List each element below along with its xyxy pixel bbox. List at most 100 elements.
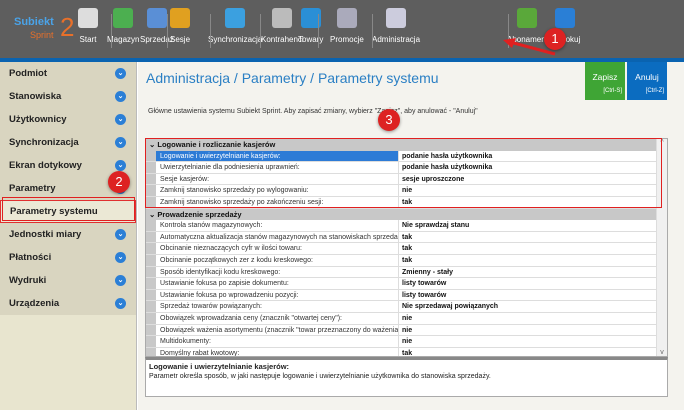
parameter-name: Domyślny rabat kwotowy: [156,347,399,356]
toolbar-button-towary[interactable]: Towary [298,8,323,54]
sidebar-item[interactable]: Wydruki ⌄ [0,269,136,292]
sidebar-item[interactable]: Podmiot ⌄ [0,62,136,85]
parameter-name: Sposób identyfikacji kodu kreskowego: [156,266,399,278]
chevron-down-icon: ⌄ [115,137,126,148]
parameter-row[interactable]: Domyślny rabat kwotowy: tak [146,347,656,356]
parameter-row[interactable]: Kontrola stanów magazynowych: Nie sprawdz… [146,220,656,232]
parameter-name: Ustawianie fokusa po wprowadzeniu pozycj… [156,289,399,301]
sidebar: Podmiot ⌄ Stanowiska ⌄ Użytkownicy ⌄ Synchroni… [0,62,137,410]
sidebar-item[interactable]: Urządzenia ⌄ [0,292,136,315]
cancel-label: Anuluj [635,72,659,82]
chevron-down-icon: ⌄ [115,114,126,125]
lock-icon [555,8,576,28]
parameter-name: Obcinanie początkowych zer z kodu kresko… [156,254,399,266]
sidebar-item[interactable]: Synchronizacja ⌄ [0,131,136,154]
main-toolbar: Subiekt Sprint 2 Start Magazyn Sprzedaż Ses… [0,0,684,58]
toolbar-button-administracja[interactable]: Administracja [372,8,420,54]
help-panel: Logowanie i uwierzytelnianie kasjerów: P… [145,357,668,397]
sidebar-item-label: Synchronizacja [9,137,79,148]
parameter-name: Kontrola stanów magazynowych: [156,220,399,231]
parameter-row[interactable]: Obowiązek wprowadzania ceny (znacznik "o… [146,312,656,325]
annotation-badge-3: 3 [378,109,400,131]
toolbar-label: Promocje [330,35,364,44]
sales-icon [146,8,167,28]
parameter-value[interactable]: tak [399,243,656,254]
sidebar-item[interactable]: Użytkownicy ⌄ [0,108,136,131]
warehouse-icon [113,8,134,28]
toolbar-button-start[interactable]: Start [78,8,98,54]
parameter-value[interactable]: nie [399,313,656,324]
parameter-row[interactable]: Obcinanie początkowych zer z kodu kresko… [146,254,656,267]
parameter-name: Obowiązek ważenia asortymentu (znacznik … [156,324,399,336]
sidebar-item[interactable]: Stanowiska ⌄ [0,85,136,108]
parameter-name: Multidokumenty: [156,336,399,347]
toolbar-button-sprzedaż[interactable]: Sprzedaż [140,8,174,54]
annotation-badge-2: 2 [108,171,130,193]
parameter-row[interactable]: Obowiązek ważenia asortymentu (znacznik … [146,324,656,337]
chevron-down-icon: ⌄ [115,298,126,309]
promo-tag-icon [336,8,357,28]
group-title: Prowadzenie sprzedaży [157,209,242,219]
save-label: Zapisz [592,72,618,82]
annotation-badge-1: 1 [544,28,566,50]
sidebar-item-label: Podmiot [9,68,47,79]
page-description: Główne ustawienia systemu Subiekt Sprint… [148,108,478,115]
parameter-value[interactable]: tak [399,255,656,266]
chevron-down-icon: ⌄ [115,229,126,240]
chevron-down-icon: ⌄ [115,252,126,263]
toolbar-label: Sprzedaż [140,35,174,44]
store-icon [78,8,98,28]
parameter-row[interactable]: Multidokumenty: nie [146,336,656,348]
parameter-name: Sprzedaż towarów powiązanych: [156,301,399,312]
sidebar-item-label: Jednostki miary [9,229,82,240]
parameter-value[interactable]: listy towarów [399,290,656,301]
main-panel: Administracja / Parametry / Parametry sy… [138,62,684,410]
parameter-value[interactable]: tak [399,232,656,243]
sidebar-item[interactable]: Płatności ⌄ [0,246,136,269]
toolbar-button-promocje[interactable]: Promocje [330,8,364,54]
sidebar-item-label: Urządzenia [9,298,60,309]
parameter-value[interactable]: nie [399,336,656,347]
chevron-down-icon: ⌄ [115,275,126,286]
toolbar-button-sesje[interactable]: Sesje [170,8,190,54]
sidebar-item[interactable]: Jednostki miary ⌄ [0,223,136,246]
sidebar-item-label: Wydruki [9,275,47,286]
page-title: Administracja / Parametry / Parametry sy… [146,70,439,86]
logo-number: 2 [60,12,75,42]
parameter-value[interactable]: tak [399,348,656,356]
parameter-row[interactable]: Sposób identyfikacji kodu kreskowego: Zmi… [146,266,656,279]
parameter-name: Ustawianie fokusa po zapisie dokumentu: [156,278,399,289]
parameter-value[interactable]: Nie sprawdzaj stanu [399,220,656,231]
parameter-value[interactable]: listy towarów [399,278,656,289]
tools-icon [386,8,406,28]
annotation-box-3 [145,138,662,208]
help-title: Logowanie i uwierzytelnianie kasjerów: [149,362,290,371]
parameter-row[interactable]: Ustawianie fokusa po zapisie dokumentu: l… [146,278,656,290]
save-button[interactable]: Zapisz [Ctrl-S] [585,62,625,100]
sidebar-item-label: Ekran dotykowy [9,160,82,171]
annotation-box-2 [2,197,135,221]
parameter-value[interactable]: Nie sprzedawaj powiązanych [399,301,656,312]
help-text: Parametr określa sposób, w jaki następuj… [149,373,491,380]
toolbar-button-synchronizacja[interactable]: Synchronizacja [208,8,262,54]
parameter-value[interactable]: Zmienny - stały [399,267,656,278]
chevron-down-icon: ⌄ [115,68,126,79]
logo-subtext: Sprint [30,30,54,40]
sessions-icon [170,8,190,28]
cancel-button[interactable]: Anuluj [Ctrl-Z] [627,62,667,100]
parameter-name: Automatyczna aktualizacja stanów magazyn… [156,231,399,243]
toolbar-label: Sesje [170,35,191,44]
parameter-name: Obowiązek wprowadzania ceny (znacznik "o… [156,312,399,324]
logo-text: Subiekt [14,16,54,28]
sidebar-item-label: Stanowiska [9,91,62,102]
parameter-row[interactable]: Automatyczna aktualizacja stanów magazyn… [146,231,656,244]
sidebar-item-label: Użytkownicy [9,114,67,125]
shield-check-icon [517,8,538,28]
group-header[interactable]: ⌄ Prowadzenie sprzedaży [146,208,656,221]
parameter-value[interactable]: nie [399,325,656,336]
parameter-row[interactable]: Ustawianie fokusa po wprowadzeniu pozycj… [146,289,656,302]
parameter-row[interactable]: Obcinanie nieznaczących cyfr w ilości to… [146,243,656,255]
parameter-row[interactable]: Sprzedaż towarów powiązanych: Nie sprzeda… [146,301,656,313]
sidebar-item-label: Płatności [9,252,52,263]
sidebar-item-label: Parametry [9,183,56,194]
